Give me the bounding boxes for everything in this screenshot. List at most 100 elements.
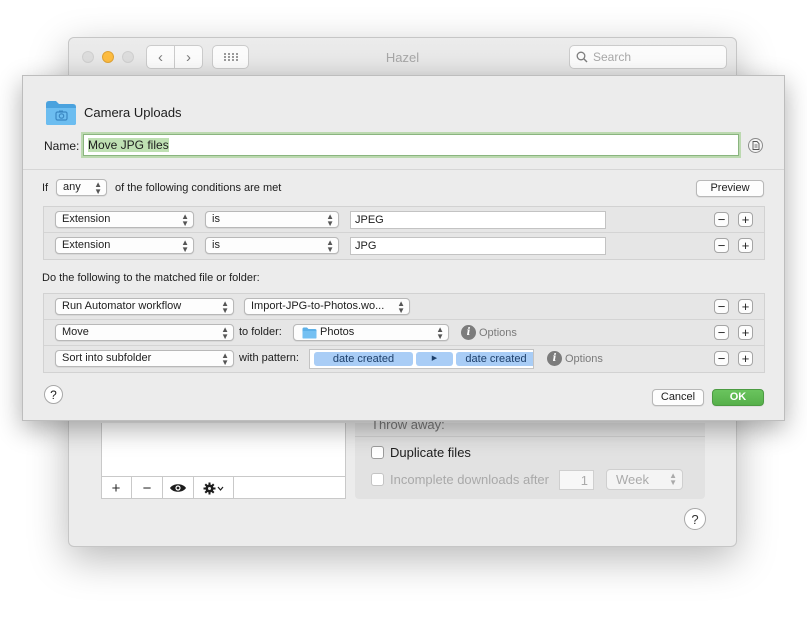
condition-attribute-popup[interactable]: Extension ▲ ▼ (55, 211, 194, 228)
remove-condition-button[interactable]: − (714, 238, 729, 253)
folder-list-toolbar: + − (101, 476, 346, 499)
rule-editor-sheet: Camera Uploads Name: Move JPG files If a… (22, 75, 785, 421)
if-label: If (42, 182, 49, 194)
preview-button[interactable]: Preview (696, 180, 764, 197)
gear-menu-button[interactable] (194, 477, 234, 499)
chevron-updown-icon: ▲ ▼ (397, 299, 405, 315)
condition-operator-popup[interactable]: is ▲ ▼ (205, 237, 339, 254)
rule-name-input[interactable]: Move JPG files (83, 134, 739, 156)
incomplete-unit-value: Week (615, 472, 649, 487)
document-icon (752, 141, 759, 150)
sheet-help-button[interactable]: ? (44, 385, 63, 404)
sheet-divider (23, 169, 784, 170)
condition-attribute-value: Extension (62, 239, 111, 251)
add-action-button[interactable]: + (738, 351, 753, 366)
remove-action-button[interactable]: − (714, 299, 729, 314)
remove-action-button[interactable]: − (714, 351, 729, 366)
add-condition-button[interactable]: + (738, 238, 753, 253)
condition-operator-value: is (212, 239, 220, 251)
chevron-updown-icon: ▲ ▼ (94, 180, 102, 196)
move-options-link[interactable]: i Options (461, 325, 517, 340)
with-pattern-label: with pattern: (239, 352, 299, 364)
add-folder-button[interactable]: + (101, 477, 132, 499)
window-help-button[interactable]: ? (684, 508, 706, 530)
rule-name-value: Move JPG files (88, 138, 169, 152)
condition-value-input[interactable]: JPG (350, 237, 606, 255)
condition-attribute-value: Extension (62, 213, 111, 225)
condition-attribute-popup[interactable]: Extension ▲ ▼ (55, 237, 194, 254)
action-type-popup[interactable]: Sort into subfolder ▲ ▼ (55, 350, 234, 367)
chevron-updown-icon: ▲ ▼ (181, 212, 189, 228)
move-options-label: Options (479, 326, 517, 339)
duplicate-files-checkbox[interactable] (371, 446, 384, 459)
action-type-value: Move (62, 326, 89, 338)
incomplete-downloads-label: Incomplete downloads after (390, 472, 549, 487)
action-type-popup[interactable]: Run Automator workflow ▲ ▼ (55, 298, 234, 315)
actions-list: Run Automator workflow ▲ ▼ Import-JPG-to-… (43, 293, 765, 373)
match-mode-popup[interactable]: any ▲ ▼ (56, 179, 107, 196)
remove-action-button[interactable]: − (714, 325, 729, 340)
incomplete-unit-popup[interactable]: Week ▲ ▼ (605, 469, 683, 490)
search-placeholder: Search (593, 50, 632, 64)
panel-divider (355, 436, 705, 437)
condition-operator-popup[interactable]: is ▲ ▼ (205, 211, 339, 228)
match-mode-value: any (63, 181, 81, 193)
trash-options-panel: Throw away: Duplicate files Incomplete d… (355, 417, 705, 499)
add-condition-button[interactable]: + (738, 212, 753, 227)
eye-icon (170, 484, 186, 492)
action-row: Run Automator workflow ▲ ▼ Import-JPG-to-… (44, 294, 764, 320)
rule-notes-button[interactable] (748, 138, 763, 153)
conditions-list: Extension ▲ ▼ is ▲ ▼ JPEG − + Extension ▲ ▼… (43, 206, 765, 260)
action-type-value: Sort into subfolder (62, 352, 152, 364)
separator-token-icon[interactable]: ▶ (416, 352, 453, 366)
sort-options-link[interactable]: i Options (547, 351, 603, 366)
duplicate-files-label: Duplicate files (390, 445, 471, 460)
action-row: Move ▲ ▼ to folder: Photos ▲ ▼ i Options −… (44, 320, 764, 346)
folder-icon (302, 327, 317, 339)
remove-folder-button[interactable]: − (132, 477, 163, 499)
action-type-value: Run Automator workflow (62, 300, 182, 312)
search-field[interactable]: Search (569, 45, 727, 69)
chevron-updown-icon: ▲ ▼ (221, 325, 229, 341)
eye-button[interactable] (163, 477, 194, 499)
add-action-button[interactable]: + (738, 325, 753, 340)
action-type-popup[interactable]: Move ▲ ▼ (55, 324, 234, 341)
folder-title: Camera Uploads (84, 105, 182, 120)
workflow-value: Import-JPG-to-Photos.wo... (251, 300, 385, 312)
destination-folder-value: Photos (320, 326, 355, 338)
rule-name-label: Name: (44, 139, 80, 153)
chevron-updown-icon: ▲ ▼ (326, 212, 334, 228)
actions-label: Do the following to the matched file or … (42, 272, 260, 284)
ok-button[interactable]: OK (712, 389, 764, 406)
condition-operator-value: is (212, 213, 220, 225)
destination-folder-popup[interactable]: Photos ▲ ▼ (293, 324, 449, 341)
workflow-popup[interactable]: Import-JPG-to-Photos.wo... ▲ ▼ (244, 298, 410, 315)
to-folder-label: to folder: (239, 326, 282, 338)
incomplete-downloads-option[interactable]: Incomplete downloads after 1 Week ▲ ▼ (371, 469, 683, 490)
subfolder-pattern-field[interactable]: date created ▶ date created (309, 349, 534, 369)
window-toolbar: ‹ › Hazel Search (69, 38, 736, 76)
remove-condition-button[interactable]: − (714, 212, 729, 227)
chevron-updown-icon: ▲ ▼ (326, 238, 334, 254)
incomplete-downloads-checkbox[interactable] (371, 473, 384, 486)
condition-value-input[interactable]: JPEG (350, 211, 606, 229)
chevron-updown-icon: ▲ ▼ (221, 351, 229, 367)
folder-icon (46, 101, 76, 125)
chevron-updown-icon: ▲ ▼ (669, 471, 677, 487)
condition-row: Extension ▲ ▼ is ▲ ▼ JPEG − + (44, 207, 764, 233)
conditions-label: of the following conditions are met (115, 182, 282, 194)
duplicate-files-option[interactable]: Duplicate files (371, 445, 471, 460)
pattern-token[interactable]: date created (314, 352, 413, 366)
gear-icon (203, 482, 223, 494)
cancel-button[interactable]: Cancel (652, 389, 704, 406)
pattern-token[interactable]: date created (456, 352, 533, 366)
info-icon: i (547, 351, 562, 366)
search-icon (576, 51, 588, 63)
action-row: Sort into subfolder ▲ ▼ with pattern: dat… (44, 346, 764, 372)
add-action-button[interactable]: + (738, 299, 753, 314)
sort-options-label: Options (565, 352, 603, 365)
condition-row: Extension ▲ ▼ is ▲ ▼ JPG − + (44, 233, 764, 259)
incomplete-count-field[interactable]: 1 (558, 469, 594, 490)
chevron-updown-icon: ▲ ▼ (221, 299, 229, 315)
chevron-updown-icon: ▲ ▼ (436, 325, 444, 341)
